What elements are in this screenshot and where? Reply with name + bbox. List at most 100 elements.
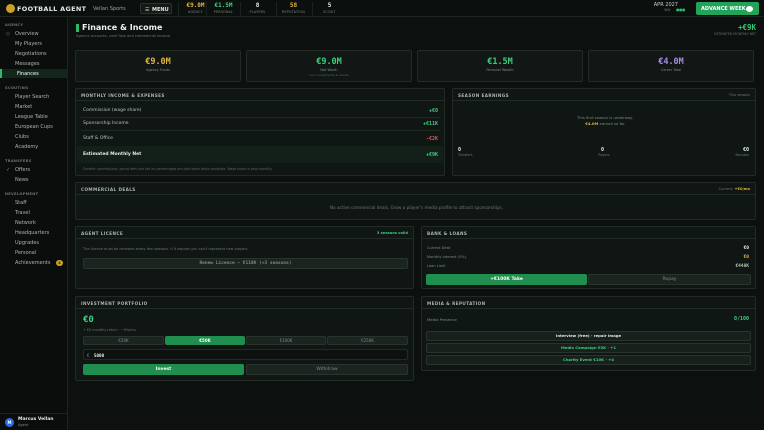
staff-office-value: -€2K [425,136,438,142]
agency-name: Vellan Sports [93,6,126,12]
personal-funds-stat: €1.5M PERSONAL [206,2,240,16]
sidebar-section-agency: AGENCY [5,23,24,27]
panel-title: BANK & LOANS [427,230,468,236]
commercial-current: Current: +€0/mo [718,186,750,191]
net-monthly-label: ESTIMATED MONTHLY NET [714,32,756,36]
bank-loans-panel: BANK & LOANS Current Debt €0 Monthly Int… [421,226,756,289]
commercial-empty: No active commercial deals. Grow a playe… [329,205,504,210]
sidebar-item-negotiations[interactable]: Negotiations [0,49,67,58]
page-title: Finance & Income [82,23,163,32]
achievements-badge: 4 [56,259,63,266]
sidebar-item-my-players[interactable]: My Players [0,39,67,48]
season-transfers-label: Transfers [458,153,473,157]
invest-option-250k[interactable]: €250K [327,336,408,345]
advance-week-label: ADVANCE WEEK [701,5,746,12]
interest-label: Monthly Interest (5%) [427,255,467,259]
sidebar-item-news[interactable]: News [0,175,67,184]
commission-value: +€0 [428,108,438,114]
net-monthly-value: +€9K [737,23,756,32]
take-loan-button[interactable]: +€100K Take [426,274,587,285]
sidebar-item-european-cups[interactable]: European Cups [0,122,67,131]
sidebar-section-development: DEVELOPMENT [5,192,39,196]
season-bonuses-label: Bonuses [735,153,749,157]
licence-note: The licence must be renewed every few se… [83,247,249,251]
title-accent [76,24,79,32]
agency-funds-card: €9.0M Agency Funds [75,50,241,82]
sidebar-item-finances[interactable]: Finances [0,69,67,78]
sidebar-item-personal[interactable]: Personal [0,248,67,257]
week-number: W4 [664,8,670,12]
panel-title: MEDIA & REPUTATION [427,300,486,306]
page-subtitle: Agency accounts, cash flow and commercia… [76,34,171,38]
sidebar-item-clubs[interactable]: Clubs [0,132,67,141]
logo-icon [6,4,15,13]
top-bar: FOOTBALL AGENT Vellan Sports ☰ MENU €9.0… [0,0,764,17]
monthly-note: Transfer commissions, bonus fees and sel… [83,167,273,171]
charity-event-button[interactable]: Charity Event €10K · +4 [426,355,751,365]
debt-label: Current Debt [427,246,451,250]
invest-amount-value: 5000 [94,352,105,358]
avatar: M [5,418,14,427]
invest-option-50k[interactable]: €50K [165,336,245,345]
media-campaign-button[interactable]: Media Campaign €5K · +1 [426,343,751,353]
advance-icon [746,5,753,12]
check-icon: ✓ [6,166,11,173]
sidebar-item-player-search[interactable]: Player Search [0,92,67,101]
media-presence-label: Media Presence [427,317,457,322]
interview-button[interactable]: Interview (free) · repair image [426,331,751,341]
career-total-card: €4.0M Career Total [588,50,754,82]
season-earned: €4.0M earned so far [585,121,625,126]
sidebar-item-market[interactable]: Market [0,102,67,111]
sidebar-item-travel[interactable]: Travel [0,208,67,217]
staff-office-label: Staff & Office [83,136,113,141]
advance-week-button[interactable]: ADVANCE WEEK [696,2,759,15]
renew-licence-button[interactable]: Renew Licence — €110K (+3 seasons) [83,258,408,269]
sidebar-item-network[interactable]: Network [0,218,67,227]
season-message: This first season is underway. [577,115,633,120]
sidebar-item-offers[interactable]: ✓ Offers [0,165,67,174]
sidebar-item-messages[interactable]: Messages [0,59,67,68]
sidebar-item-academy[interactable]: Academy [0,142,67,151]
commercial-deals-panel: COMMERCIAL DEALS Current: +€0/mo No acti… [75,182,756,220]
panel-title: INVESTMENT PORTFOLIO [81,300,148,306]
panel-title: COMMERCIAL DEALS [81,186,136,192]
overview-icon: ◇ [6,30,10,37]
scout-stat: 5 SCOUT [312,2,346,16]
sidebar-item-achievements[interactable]: Achievements 4 [0,258,67,267]
investment-value: €0 [83,315,94,325]
sidebar-item-overview[interactable]: ◇ Overview [0,29,67,38]
panel-title: SEASON EARNINGS [458,92,510,98]
repay-loan-button[interactable]: Repay [588,274,751,285]
user-profile[interactable]: M Marcus Vellan Agent [0,413,67,430]
season-players-label: Players [598,153,610,157]
invest-option-100k[interactable]: €100K [246,336,326,345]
sidebar-item-staff[interactable]: Staff [0,198,67,207]
menu-icon: ☰ [145,6,150,13]
currency-prefix: € [87,352,90,358]
sidebar-item-headquarters[interactable]: Headquarters [0,228,67,237]
players-stat: 8 PLAYERS [240,2,274,16]
debt-value: €0 [743,246,749,251]
panel-title: AGENT LICENCE [81,230,124,236]
sidebar-section-scouting: SCOUTING [5,86,29,90]
monthly-net-label: Estimated Monthly Net [83,152,142,157]
interest-value: €0 [743,255,749,260]
brand-name: FOOTBALL AGENT [17,5,87,13]
monthly-net-row: Estimated Monthly Net +€9K [77,146,443,163]
invest-option-20k[interactable]: €20K [83,336,164,345]
menu-button[interactable]: ☰ MENU [140,3,172,14]
sidebar-item-upgrades[interactable]: Upgrades [0,238,67,247]
season-earnings-panel: SEASON EARNINGS This season This first s… [452,88,756,176]
investment-sub: + €0 monthly return · ~9%/mo [83,328,136,332]
user-name: Marcus Vellan [18,417,54,422]
invest-amount-input[interactable]: € 5000 [83,349,408,360]
withdraw-button[interactable]: Withdraw [246,364,408,375]
sponsorship-label: Sponsorship Income [83,121,129,126]
user-role: Agent [18,423,29,427]
loan-limit-value: €448K [735,264,749,269]
invest-button[interactable]: Invest [83,364,244,375]
sidebar: AGENCY ◇ Overview My Players Negotiation… [0,17,68,430]
sponsorship-value: +€11K [422,121,438,127]
sidebar-item-league-table[interactable]: League Table [0,112,67,121]
monthly-net-value: +€9K [425,152,438,158]
